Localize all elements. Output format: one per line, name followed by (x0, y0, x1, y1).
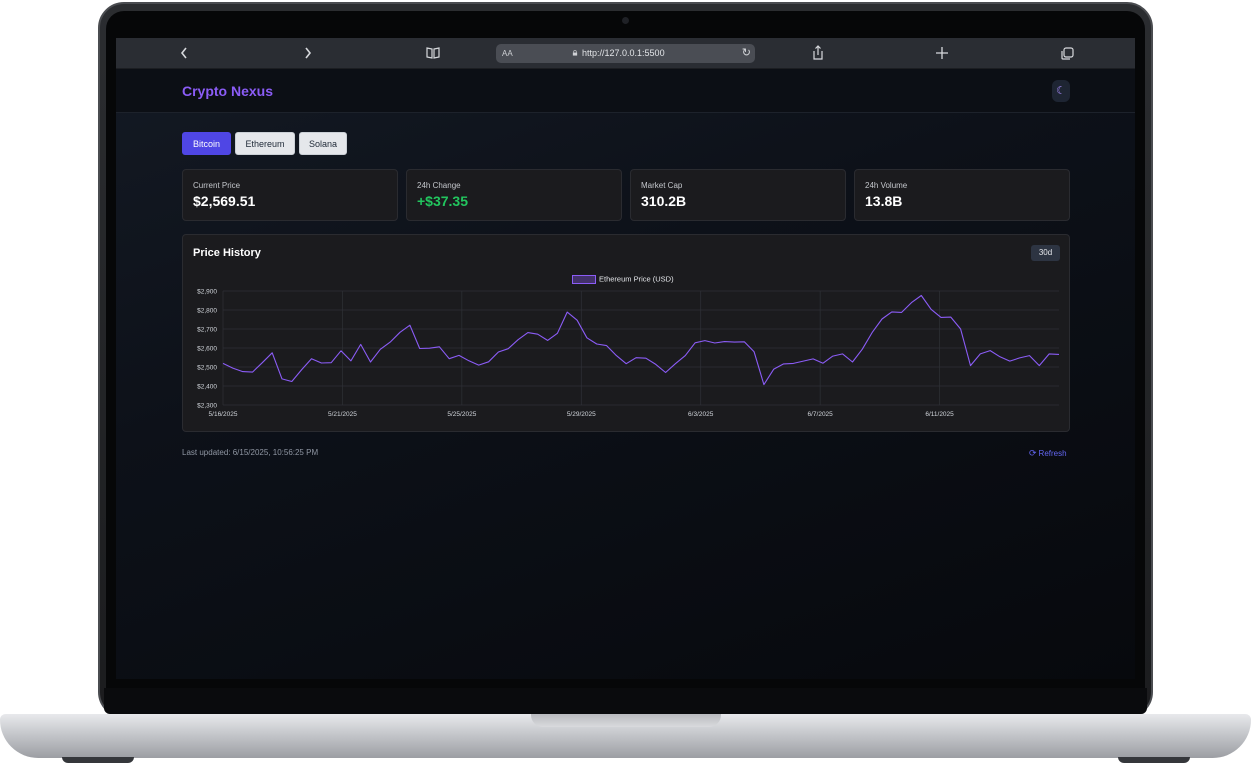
price-history-panel: Price History 30d Ethereum Price (USD) $… (182, 234, 1070, 432)
browser-toolbar: AA http://127.0.0.1:5500 ↻ (116, 38, 1135, 69)
refresh-label: Refresh (1038, 449, 1067, 458)
stat-value: +$37.35 (417, 193, 468, 209)
x-tick-label: 5/21/2025 (328, 411, 357, 418)
reload-icon[interactable]: ↻ (742, 44, 751, 63)
x-tick-label: 5/25/2025 (447, 411, 476, 418)
y-tick-label: $2,800 (197, 308, 217, 315)
y-tick-label: $2,600 (197, 346, 217, 353)
share-icon[interactable] (808, 44, 828, 62)
chevron-left-icon[interactable] (174, 44, 194, 62)
y-tick-label: $2,300 (197, 403, 217, 410)
refresh-icon: ⟳ (1029, 448, 1037, 458)
laptop-notch (531, 714, 721, 727)
stat-value: 310.2B (641, 193, 687, 209)
address-bar[interactable]: AA http://127.0.0.1:5500 ↻ (496, 44, 755, 63)
stat-label: Current Price (193, 181, 241, 190)
stat-value: $2,569.51 (193, 193, 256, 209)
camera (622, 17, 629, 24)
x-tick-label: 6/7/2025 (807, 411, 833, 418)
stat-value: 13.8B (865, 193, 903, 209)
y-tick-label: $2,700 (197, 327, 217, 334)
refresh-button[interactable]: ⟳ Refresh (1029, 448, 1067, 459)
coin-tab-solana[interactable]: Solana (299, 132, 347, 155)
plus-icon[interactable] (932, 44, 952, 62)
coin-tab-ethereum[interactable]: Ethereum (235, 132, 295, 155)
url-text: http://127.0.0.1:5500 (582, 48, 665, 58)
tabs-icon[interactable] (1057, 44, 1077, 62)
screen-lower-bezel (104, 688, 1147, 714)
x-tick-label: 6/3/2025 (688, 411, 714, 418)
stat-label: 24h Volume (865, 181, 908, 190)
coin-tab-bitcoin[interactable]: Bitcoin (182, 132, 231, 155)
stat-card-24h-volume: 24h Volume 13.8B (854, 169, 1070, 221)
brand-title[interactable]: Crypto Nexus (182, 83, 273, 99)
x-tick-label: 5/16/2025 (209, 411, 238, 418)
last-updated-text: Last updated: 6/15/2025, 10:56:25 PM (182, 448, 319, 457)
theme-toggle-button[interactable]: ☾ (1052, 80, 1070, 102)
stat-card-market-cap: Market Cap 310.2B (630, 169, 846, 221)
screen: AA http://127.0.0.1:5500 ↻ Crypto Nexus … (116, 38, 1135, 679)
stat-label: Market Cap (641, 181, 683, 190)
x-tick-label: 6/11/2025 (925, 411, 954, 418)
moon-icon: ☾ (1056, 85, 1066, 97)
y-tick-label: $2,500 (197, 365, 217, 372)
stat-card-24h-change: 24h Change +$37.35 (406, 169, 622, 221)
stat-label: 24h Change (417, 181, 461, 190)
reader-aa-icon[interactable]: AA (502, 44, 513, 63)
x-tick-label: 5/29/2025 (567, 411, 596, 418)
price-chart[interactable]: $2,300 $2,400 $2,500 $2,600 $2,700 $2,800 $2,9… (183, 235, 1071, 433)
laptop-foot-right (1118, 757, 1190, 763)
book-icon[interactable] (423, 44, 443, 62)
app-header: Crypto Nexus ☾ (116, 69, 1135, 113)
chevron-right-icon[interactable] (298, 44, 318, 62)
laptop-foot-left (62, 757, 134, 763)
series-line-ethereum-price (222, 294, 1060, 386)
y-tick-label: $2,900 (197, 289, 217, 296)
lock-icon (572, 50, 578, 56)
y-tick-label: $2,400 (197, 384, 217, 391)
stat-card-current-price: Current Price $2,569.51 (182, 169, 398, 221)
